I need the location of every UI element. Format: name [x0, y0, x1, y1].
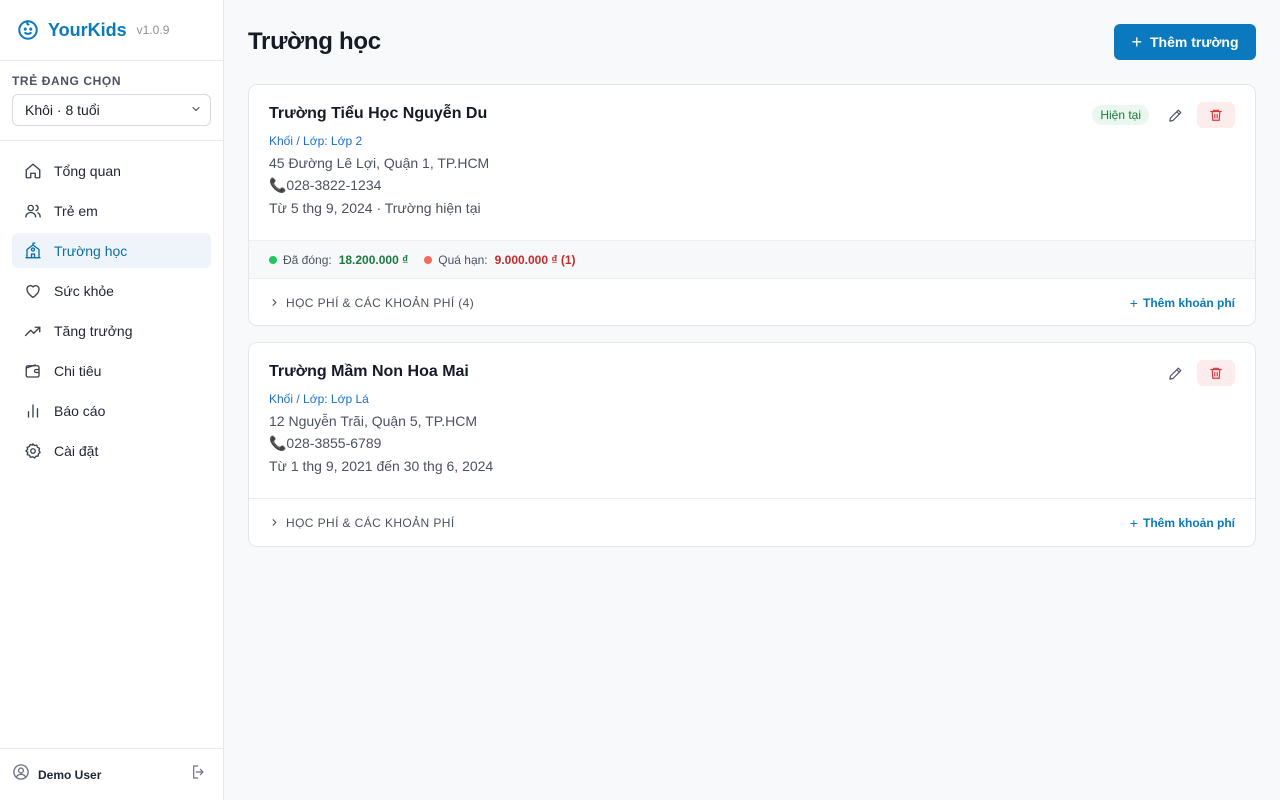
sidebar-item-label: Tổng quan	[54, 162, 121, 179]
logout-icon[interactable]	[191, 764, 207, 785]
school-phone: 📞028-3855-6789	[269, 435, 382, 451]
delete-school-button[interactable]	[1197, 360, 1235, 386]
sidebar-nav: Tổng quan Trẻ em Trường học Sức khỏe Tăn…	[0, 141, 223, 468]
chevron-right-icon	[269, 297, 283, 308]
school-card: Trường Tiểu Học Nguyễn Du Khối / Lớp: Lớ…	[248, 84, 1256, 326]
school-info: Trường Tiểu Học Nguyễn Du Khối / Lớp: Lớ…	[249, 85, 1255, 240]
edit-school-button[interactable]	[1165, 363, 1185, 383]
sidebar-item-children[interactable]: Trẻ em	[12, 193, 211, 228]
trash-icon	[1210, 109, 1222, 121]
child-selector-label: TRẺ ĐANG CHỌN	[12, 74, 122, 88]
plus-icon: +	[1129, 514, 1138, 531]
sidebar-item-overview[interactable]: Tổng quan	[12, 153, 211, 188]
school-period: Từ 1 thg 9, 2021 đến 30 thg 6, 2024	[269, 458, 494, 474]
sidebar-item-label: Trường học	[54, 242, 128, 259]
sidebar-item-label: Báo cáo	[54, 402, 106, 419]
sidebar: YourKids v1.0.9 TRẺ ĐANG CHỌN Khôi · 8 t…	[0, 0, 224, 800]
paid-label: Đã đóng:	[283, 252, 332, 267]
gear-icon	[24, 442, 42, 460]
sidebar-item-label: Tăng trưởng	[54, 322, 133, 339]
paid-dot	[269, 255, 277, 264]
sidebar-item-reports[interactable]: Báo cáo	[12, 393, 211, 428]
school-period: Từ 5 thg 9, 2024 · Trường hiện tại	[269, 200, 481, 216]
sidebar-item-health[interactable]: Sức khỏe	[12, 273, 211, 308]
edit-school-button[interactable]	[1165, 105, 1185, 125]
main-content: Trường học + Thêm trường Trường Tiểu Học…	[224, 0, 1280, 800]
school-info: Trường Mầm Non Hoa Mai Khối / Lớp: Lớp L…	[249, 343, 1255, 498]
current-badge: Hiện tại	[1092, 105, 1149, 125]
user-bar: Demo User	[0, 748, 223, 800]
sidebar-item-label: Cài đặt	[54, 442, 99, 459]
child-select[interactable]: Khôi · 8 tuổi	[12, 94, 211, 126]
app-name: YourKids	[48, 19, 127, 40]
delete-school-button[interactable]	[1197, 102, 1235, 128]
add-fee-label: Thêm khoản phí	[1142, 515, 1235, 530]
users-icon	[24, 202, 42, 220]
pencil-icon	[1168, 367, 1181, 380]
fees-toggle[interactable]: HỌC PHÍ & CÁC KHOẢN PHÍ + Thêm khoản phí	[249, 498, 1255, 546]
fees-title: HỌC PHÍ & CÁC KHOẢN PHÍ (4)	[286, 295, 475, 310]
sidebar-item-growth[interactable]: Tăng trưởng	[12, 313, 211, 348]
school-address: 12 Nguyễn Trãi, Quận 5, TP.HCM	[269, 413, 478, 429]
fees-title: HỌC PHÍ & CÁC KHOẢN PHÍ	[286, 515, 455, 530]
bar-chart-icon	[24, 402, 42, 420]
sidebar-item-settings[interactable]: Cài đặt	[12, 433, 211, 468]
baby-face-icon	[16, 18, 40, 42]
paid-value: 18.200.000 ₫	[338, 252, 409, 267]
app-version: v1.0.9	[136, 23, 170, 37]
trending-up-icon	[24, 322, 42, 340]
heart-icon	[24, 282, 42, 300]
chevron-down-icon	[190, 102, 202, 118]
add-school-label: Thêm trường	[1149, 34, 1239, 50]
school-card: Trường Mầm Non Hoa Mai Khối / Lớp: Lớp L…	[248, 342, 1256, 547]
sidebar-item-label: Chi tiêu	[54, 362, 102, 379]
brand: YourKids v1.0.9	[0, 0, 223, 61]
add-fee-button[interactable]: + Thêm khoản phí	[1130, 295, 1235, 311]
fees-toggle[interactable]: HỌC PHÍ & CÁC KHOẢN PHÍ (4) + Thêm khoản…	[249, 278, 1255, 325]
school-actions	[1165, 360, 1235, 386]
child-selector-section: TRẺ ĐANG CHỌN Khôi · 8 tuổi	[0, 61, 223, 141]
trash-icon	[1210, 367, 1222, 379]
school-name: Trường Tiểu Học Nguyễn Du	[269, 105, 488, 122]
add-school-button[interactable]: + Thêm trường	[1114, 24, 1256, 60]
user-avatar-icon	[12, 763, 30, 786]
school-name: Trường Mầm Non Hoa Mai	[269, 363, 469, 380]
school-address: 45 Đường Lê Lợi, Quận 1, TP.HCM	[269, 155, 490, 171]
child-select-value: Khôi · 8 tuổi	[25, 102, 100, 118]
school-grade: Khối / Lớp: Lớp 2	[269, 134, 363, 148]
add-fee-button[interactable]: + Thêm khoản phí	[1130, 515, 1235, 531]
school-actions: Hiện tại	[1092, 102, 1235, 128]
page-title: Trường học	[248, 28, 381, 55]
wallet-icon	[24, 362, 42, 380]
user-name: Demo User	[38, 767, 102, 782]
overdue-label: Quá hạn:	[438, 252, 488, 267]
school-grade: Khối / Lớp: Lớp Lá	[269, 392, 369, 406]
overdue-dot	[424, 255, 433, 264]
plus-icon: +	[1131, 32, 1142, 52]
chevron-right-icon	[269, 517, 283, 528]
add-fee-label: Thêm khoản phí	[1142, 295, 1235, 310]
sidebar-item-expenses[interactable]: Chi tiêu	[12, 353, 211, 388]
sidebar-item-label: Trẻ em	[54, 202, 98, 219]
school-phone: 📞028-3822-1234	[269, 177, 382, 193]
home-icon	[24, 162, 42, 180]
sidebar-item-schools[interactable]: Trường học	[12, 233, 211, 268]
fee-summary: Đã đóng: 18.200.000 ₫ Quá hạn: 9.000.000…	[249, 240, 1255, 278]
plus-icon: +	[1129, 294, 1138, 311]
overdue-value: 9.000.000 ₫ (1)	[494, 252, 576, 267]
school-icon	[24, 241, 42, 260]
sidebar-item-label: Sức khỏe	[54, 282, 114, 299]
pencil-icon	[1168, 109, 1181, 122]
